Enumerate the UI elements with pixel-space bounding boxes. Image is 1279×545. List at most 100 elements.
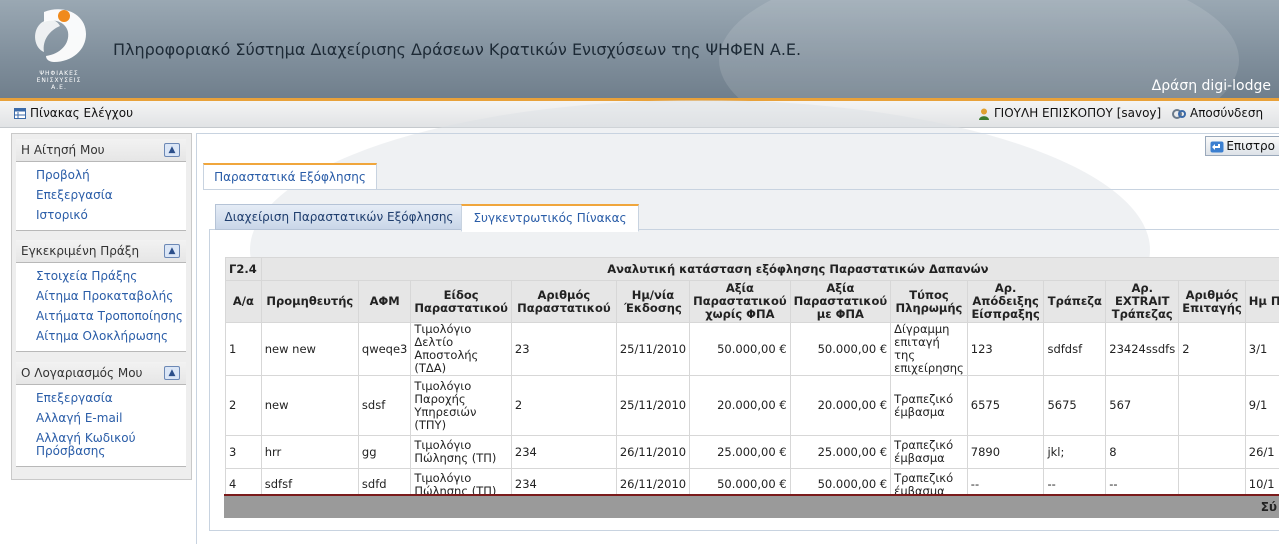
logout-icon	[1172, 108, 1186, 119]
column-header: Αρ. EXTRAIT Τράπεζας	[1105, 280, 1180, 323]
sidebar-item-account-edit[interactable]: Επεξεργασία	[16, 389, 186, 409]
table-cell: new new	[260, 322, 359, 376]
payment-table-container: Γ2.4 Αναλυτική κατάσταση εξόφλησης Παρασ…	[225, 257, 1279, 517]
psifen-logo: ΨΗΦΙΑΚΕΣ ΕΝΙΣΧΥΣΕΙΣ Α.Ε.	[20, 4, 98, 94]
table-row: 3 hrr gg Τιμολόγιο Πώλησης (ΤΠ) 234 26/1…	[225, 435, 1279, 469]
table-cell	[1178, 435, 1246, 469]
table-cell: gg	[357, 435, 412, 469]
column-header: Τράπεζα	[1043, 280, 1107, 323]
table-caption: Αναλυτική κατάσταση εξόφλησης Παραστατικ…	[260, 257, 1279, 281]
table-cell: hrr	[260, 435, 359, 469]
tab-payment-documents[interactable]: Παραστατικά Εξόφλησης	[203, 163, 377, 189]
table-cell: Δίγραμμη επιταγή της επιχείρησης	[890, 322, 968, 376]
logout-label: Αποσύνδεση	[1190, 106, 1264, 120]
sidebar-item-history[interactable]: Ιστορικό	[16, 206, 186, 226]
table-cell: 3	[225, 435, 262, 469]
table-cell: 23424ssdfs	[1105, 322, 1180, 376]
sidebar-section-header[interactable]: Ο Λογαριασμός Μου ▲	[16, 362, 186, 385]
table-cell: 1	[225, 322, 262, 376]
sidebar-section-title: Ο Λογαριασμός Μου	[21, 366, 143, 380]
table-cell: Τραπεζικό έμβασμα	[890, 435, 968, 469]
column-header: Αριθμός Παραστατικού	[510, 280, 617, 323]
sidebar-item-advance-request[interactable]: Αίτημα Προκαταβολής	[16, 287, 186, 307]
main-content: Επιστρο Παραστατικά Εξόφλησης Διαχείριση…	[196, 133, 1279, 544]
table-cell: 9/1	[1244, 375, 1279, 436]
table-code: Γ2.4	[225, 257, 262, 281]
table-cell: 2	[510, 375, 617, 436]
table-cell: 20.000,00 €	[689, 375, 791, 436]
sidebar-section-title: Η Αίτησή Μου	[21, 143, 105, 157]
column-header: Ημ Πλη	[1244, 280, 1279, 323]
table-footer: Σύ	[224, 494, 1279, 518]
table-cell: 25/11/2010	[615, 375, 691, 436]
column-header: Τύπος Πληρωμής	[890, 280, 968, 323]
logo-suffix: Α.Ε.	[51, 84, 67, 91]
table-cell: 23	[510, 322, 617, 376]
user-icon	[978, 108, 990, 120]
action-name: Δράση digi-lodge	[1151, 78, 1271, 94]
sidebar-section-approved: Εγκεκριμένη Πράξη ▲ Στοιχεία Πράξης Αίτη…	[16, 240, 186, 352]
table-cell: 7890	[966, 435, 1045, 469]
table-cell: Τιμολόγιο Δελτίο Αποστολής (ΤΔΑ)	[410, 322, 512, 376]
sidebar-item-change-email[interactable]: Αλλαγή E-mail	[16, 409, 186, 429]
app-header: ΨΗΦΙΑΚΕΣ ΕΝΙΣΧΥΣΕΙΣ Α.Ε. Πληροφοριακό Σύ…	[0, 0, 1279, 100]
collapse-icon[interactable]: ▲	[164, 244, 180, 258]
sidebar-item-modification-requests[interactable]: Αιτήματα Τροποποίησης	[16, 307, 186, 327]
table-cell: 567	[1105, 375, 1180, 436]
sidebar-item-completion-request[interactable]: Αίτημα Ολοκλήρωσης	[16, 327, 186, 347]
table-cell: 2	[225, 375, 262, 436]
column-header: Προμηθευτής	[260, 280, 359, 323]
sidebar-item-change-password[interactable]: Αλλαγή Κωδικού Πρόσβασης	[16, 429, 156, 462]
table-cell: 6575	[966, 375, 1045, 436]
table-cell: Τιμολόγιο Παροχής Υπηρεσιών (ΤΠΥ)	[410, 375, 512, 436]
table-row: 1 new new qweqe3 Τιμολόγιο Δελτίο Αποστο…	[225, 322, 1279, 376]
dashboard-label: Πίνακας Ελέγχου	[30, 106, 134, 120]
user-info: ΓΙΟΥΛΗ ΕΠΙΣΚΟΠΟΥ [savoy]	[978, 106, 1161, 120]
column-header: Α/α	[225, 280, 262, 323]
sidebar-section-header[interactable]: Εγκεκριμένη Πράξη ▲	[16, 240, 186, 263]
sidebar-item-edit[interactable]: Επεξεργασία	[16, 186, 186, 206]
table-footer-label: Σύ	[1260, 500, 1277, 514]
tab-manage-documents[interactable]: Διαχείριση Παραστατικών Εξόφλησης	[215, 204, 463, 230]
table-cell: 234	[510, 435, 617, 469]
collapse-icon[interactable]: ▲	[164, 366, 180, 380]
table-cell: 8	[1105, 435, 1180, 469]
column-header: Ημ/νία Έκδοσης	[615, 280, 691, 323]
column-header: Αριθμός Επιταγής	[1178, 280, 1246, 323]
dashboard-icon	[14, 107, 26, 119]
sidebar-item-project-details[interactable]: Στοιχεία Πράξης	[16, 267, 186, 287]
table-cell: 25/11/2010	[615, 322, 691, 376]
table-cell: 2	[1178, 322, 1246, 376]
back-button[interactable]: Επιστρο	[1205, 136, 1279, 156]
table-row: 2 new sdsf Τιμολόγιο Παροχής Υπηρεσιών (…	[225, 375, 1279, 436]
table-cell: 26/11/2010	[615, 435, 691, 469]
table-cell: 123	[966, 322, 1045, 376]
table-cell: qweqe3	[357, 322, 412, 376]
tab-divider	[203, 189, 1279, 190]
table-cell	[1178, 375, 1246, 436]
table-cell: 50.000,00 €	[689, 322, 791, 376]
table-header-row: Α/α Προμηθευτής ΑΦΜ Είδος Παραστατικού Α…	[225, 280, 1279, 323]
sidebar: Η Αίτησή Μου ▲ Προβολή Επεξεργασία Ιστορ…	[11, 133, 192, 480]
dashboard-link[interactable]: Πίνακας Ελέγχου	[14, 106, 133, 120]
table-cell: 20.000,00 €	[789, 375, 892, 436]
app-title: Πληροφοριακό Σύστημα Διαχείρισης Δράσεων…	[113, 40, 802, 59]
payment-table: Γ2.4 Αναλυτική κατάσταση εξόφλησης Παρασ…	[225, 257, 1279, 501]
tab-summary-table[interactable]: Συγκεντρωτικός Πίνακας	[461, 204, 639, 232]
sidebar-section-header[interactable]: Η Αίτησή Μου ▲	[16, 139, 186, 162]
logout-link[interactable]: Αποσύνδεση	[1172, 106, 1263, 120]
logo-text: ΨΗΦΙΑΚΕΣ ΕΝΙΣΧΥΣΕΙΣ	[36, 70, 82, 84]
table-cell: 25.000,00 €	[789, 435, 892, 469]
table-cell: 50.000,00 €	[789, 322, 892, 376]
table-cell: 3/1	[1244, 322, 1279, 376]
table-cell: sdsf	[357, 375, 412, 436]
table-cell: Τιμολόγιο Πώλησης (ΤΠ)	[410, 435, 512, 469]
table-cell: Τραπεζικό έμβασμα	[890, 375, 968, 436]
column-header: Αξία Παραστατικού χωρίς ΦΠΑ	[689, 280, 791, 323]
collapse-icon[interactable]: ▲	[164, 143, 180, 157]
column-header: Αρ. Απόδειξης Είσπραξης	[966, 280, 1045, 323]
table-cell: jkl;	[1043, 435, 1107, 469]
sidebar-section-title: Εγκεκριμένη Πράξη	[21, 244, 140, 258]
sidebar-item-view[interactable]: Προβολή	[16, 166, 186, 186]
sidebar-section-account: Ο Λογαριασμός Μου ▲ Επεξεργασία Αλλαγή E…	[16, 362, 186, 467]
